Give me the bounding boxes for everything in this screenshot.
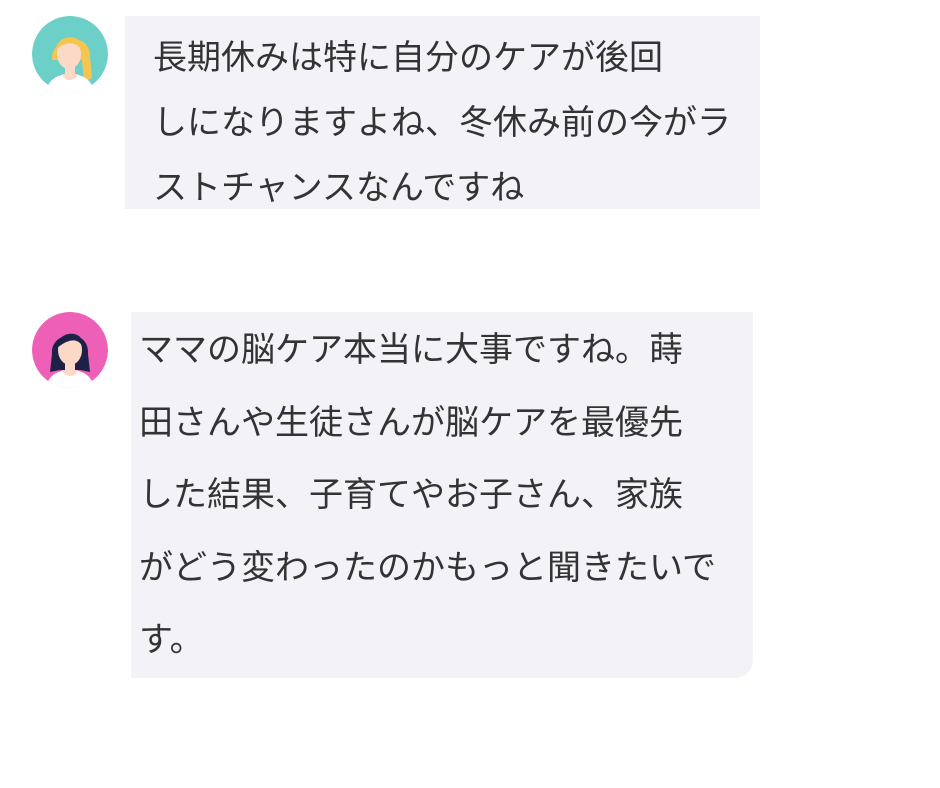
user-avatar[interactable]	[32, 312, 108, 388]
message-text-line: ストチャンスなんですね	[153, 168, 525, 208]
message-text-line: す。	[139, 620, 204, 660]
message-bubble: 長期休みは特に自分のケアが後回 しになりますよね、冬休み前の今がラ ストチャンス…	[125, 16, 760, 209]
message-text-line: した結果、子育てやお子さん、家族	[139, 475, 683, 515]
message-text-line: がどう変わったのかもっと聞きたいで	[139, 547, 716, 588]
user-avatar[interactable]	[32, 16, 108, 92]
message-bubble: ママの脳ケア本当に大事ですね。蒔 田さんや生徒さんが脳ケアを最優先 した結果、子…	[131, 312, 753, 678]
message-text-line: ママの脳ケア本当に大事ですね。蒔	[139, 330, 683, 370]
woman-dark-hair-avatar-icon	[32, 312, 108, 388]
message-text-line: 長期休みは特に自分のケアが後回	[153, 38, 663, 78]
woman-blonde-avatar-icon	[32, 16, 108, 92]
message-text-line: 田さんや生徒さんが脳ケアを最優先	[139, 402, 683, 443]
message-text-line: しになりますよね、冬休み前の今がラ	[153, 103, 731, 143]
